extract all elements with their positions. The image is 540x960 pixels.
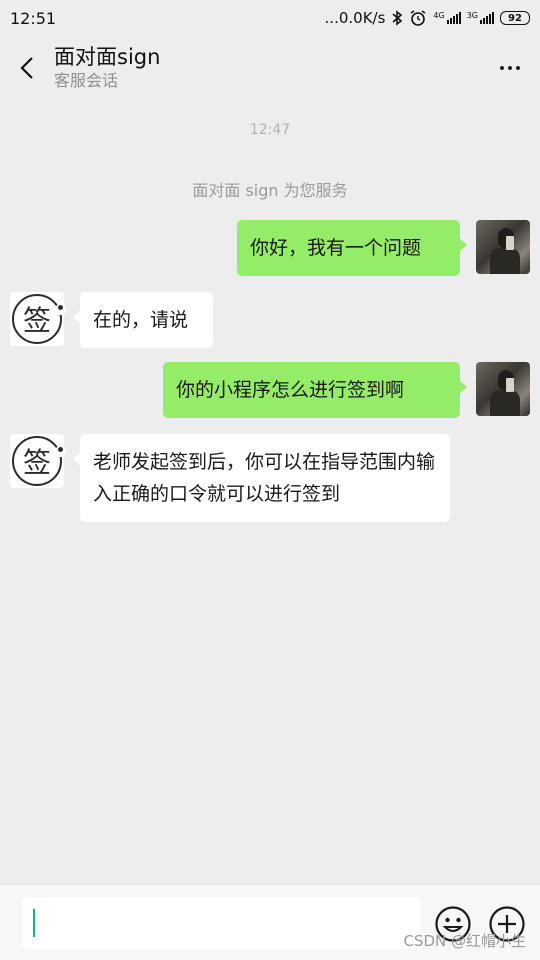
user-avatar[interactable] — [476, 362, 530, 416]
dot-icon — [516, 66, 520, 70]
chat-timestamp: 12:47 — [249, 122, 291, 138]
bot-avatar-glyph: 签 — [22, 304, 51, 337]
alarm-icon — [410, 10, 426, 26]
signal-icon-2: 3G — [467, 12, 494, 24]
bot-avatar[interactable]: 签 — [10, 434, 66, 488]
watermark: CSDN @红帽小生 — [403, 932, 526, 950]
message-text: 你的小程序怎么进行签到啊 — [176, 379, 405, 401]
dot-icon — [500, 66, 504, 70]
message-text: 你好，我有一个问题 — [250, 237, 422, 259]
back-button[interactable] — [0, 36, 54, 100]
bot-avatar[interactable]: 签 — [10, 292, 66, 346]
network-type-1: 4G — [433, 11, 445, 20]
network-type-2: 3G — [466, 11, 478, 20]
text-caret — [33, 909, 35, 937]
bluetooth-icon — [392, 10, 403, 26]
message-text: 老师发起签到后，你可以在指导范围内输入正确的口令就可以进行签到 — [93, 451, 436, 505]
message-bubble-incoming[interactable]: 在的，请说 — [73, 292, 213, 348]
status-time: 12:51 — [10, 8, 57, 28]
signal-icon-1: 4G — [433, 11, 461, 24]
message-input[interactable] — [22, 897, 420, 949]
dot-icon — [508, 66, 512, 70]
message-text: 在的，请说 — [93, 309, 189, 331]
status-icons: ...0.0K/s 4G 3G 92 — [325, 9, 530, 27]
page-title: 面对面sign — [54, 45, 161, 69]
chevron-left-icon — [20, 57, 33, 79]
user-avatar[interactable] — [476, 220, 530, 274]
page-subtitle: 客服会话 — [54, 71, 119, 90]
message-bubble-incoming[interactable]: 老师发起签到后，你可以在指导范围内输入正确的口令就可以进行签到 — [73, 434, 450, 522]
network-speed: ...0.0K/s — [324, 9, 386, 27]
status-bar: 12:51 ...0.0K/s 4G 3G 92 — [0, 0, 540, 36]
message-bubble-outgoing[interactable]: 你好，我有一个问题 — [237, 220, 467, 276]
system-message: 面对面 sign 为您服务 — [192, 181, 348, 200]
chat-header: 面对面sign 客服会话 — [0, 36, 540, 100]
battery-icon: 92 — [500, 11, 530, 25]
message-bubble-outgoing[interactable]: 你的小程序怎么进行签到啊 — [163, 362, 467, 418]
more-options-button[interactable] — [480, 36, 540, 100]
bot-avatar-glyph: 签 — [22, 446, 51, 479]
